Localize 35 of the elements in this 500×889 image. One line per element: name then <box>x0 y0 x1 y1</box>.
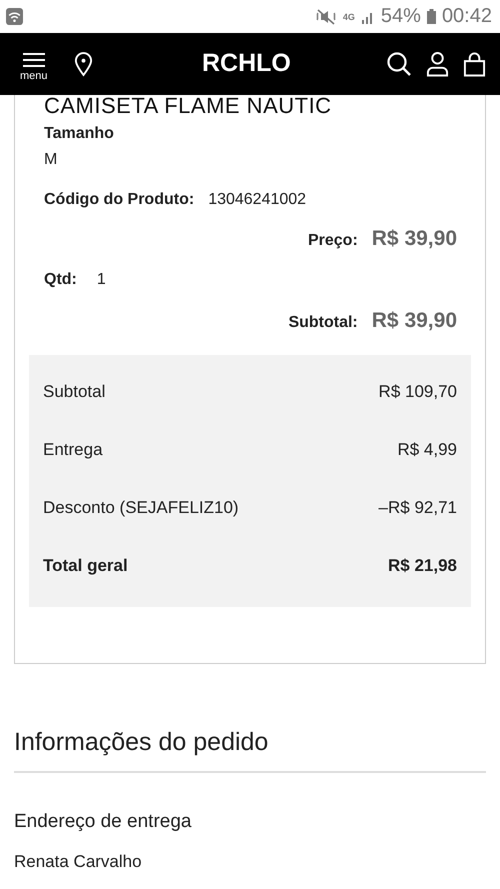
menu-icon <box>22 52 46 68</box>
mute-icon <box>314 8 337 24</box>
address-heading: Endereço de entrega <box>14 811 192 833</box>
summary-amount: R$ 109,70 <box>378 382 457 402</box>
search-icon[interactable] <box>386 51 412 77</box>
product-title: CAMISETA FLAME NAUTIC <box>43 93 333 119</box>
product-code-label: Código do Produto: <box>44 191 194 209</box>
subtotal-label: Subtotal: <box>288 314 358 332</box>
recipient-name: Renata Carvalho <box>14 852 143 872</box>
quantity-label: Qtd: <box>44 271 77 289</box>
size-value: M <box>43 151 58 169</box>
summary-amount: R$ 4,99 <box>397 440 457 460</box>
summary-label: Total geral <box>43 556 128 576</box>
summary-amount: –R$ 92,71 <box>378 498 457 518</box>
wifi-icon <box>6 8 23 25</box>
price-value: R$ 39,90 <box>372 227 457 251</box>
price-label: Preço: <box>308 232 358 250</box>
summary-label: Subtotal <box>43 382 106 402</box>
battery-icon <box>426 9 436 24</box>
size-label: Tamanho <box>43 125 115 143</box>
summary-label: Entrega <box>43 440 103 460</box>
subtotal-value: R$ 39,90 <box>372 309 457 333</box>
clock: 00:42 <box>442 5 492 28</box>
network-label: 4G <box>342 12 355 22</box>
battery-percent: 54% <box>380 5 421 28</box>
product-code: 13046241002 <box>208 191 306 209</box>
summary-amount: R$ 21,98 <box>388 556 457 576</box>
menu-button[interactable]: menu <box>20 52 48 82</box>
summary-label: Desconto (SEJAFELIZ10) <box>43 498 239 518</box>
logo[interactable]: RCHLO <box>202 49 291 78</box>
location-pin-icon[interactable] <box>74 52 93 76</box>
shopping-bag-icon[interactable] <box>463 51 486 77</box>
quantity-value: 1 <box>96 271 106 289</box>
user-icon[interactable] <box>426 51 449 77</box>
section-heading: Informações do pedido <box>14 728 486 773</box>
